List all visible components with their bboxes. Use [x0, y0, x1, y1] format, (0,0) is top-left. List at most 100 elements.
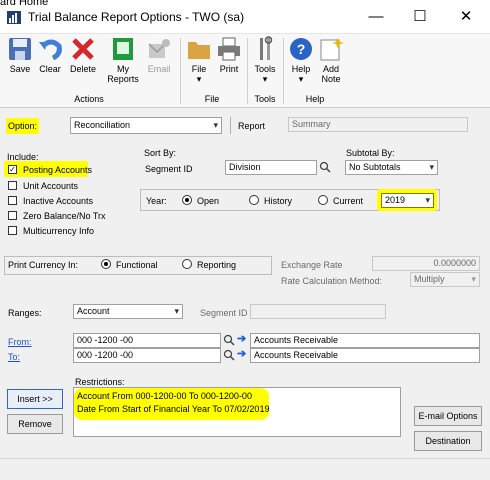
- posting-accounts-label: Posting Accounts: [23, 165, 93, 175]
- save-label: Save: [9, 64, 31, 74]
- to-link[interactable]: To:: [8, 352, 20, 362]
- email-label: Email: [147, 64, 171, 74]
- year-history-radio[interactable]: [249, 195, 259, 205]
- group-label-help: Help: [305, 94, 325, 104]
- segment-id-label: Segment ID: [145, 164, 193, 174]
- from-link[interactable]: From:: [8, 337, 32, 347]
- remove-button[interactable]: Remove: [7, 414, 63, 434]
- tools-icon: [260, 36, 273, 60]
- ranges-segment-field: [250, 304, 386, 319]
- year-label: Year:: [146, 196, 167, 206]
- ranges-label: Ranges:: [8, 308, 42, 318]
- divider: [230, 117, 231, 134]
- group-label-actions: Actions: [74, 94, 104, 104]
- printer-icon: [218, 37, 240, 61]
- unit-accounts-checkbox[interactable]: [8, 181, 17, 190]
- rate-calc-value: Multiply: [414, 274, 445, 284]
- ranges-dropdown[interactable]: Account ▾: [73, 304, 183, 319]
- svg-text:?: ?: [297, 41, 306, 57]
- ribbon-separator: [283, 38, 284, 104]
- my-reports-label-1: My: [117, 64, 129, 74]
- segment-id-field[interactable]: Division: [225, 160, 317, 175]
- posting-accounts-checkbox[interactable]: ✓: [8, 165, 17, 174]
- restrictions-label: Restrictions:: [75, 377, 125, 387]
- note-icon: [320, 38, 344, 61]
- my-reports-button[interactable]: My Reports: [103, 36, 143, 92]
- delete-button[interactable]: Delete: [66, 36, 100, 92]
- from-expand-arrow-icon[interactable]: ➔: [237, 334, 248, 345]
- to-expand-arrow-icon[interactable]: ➔: [237, 349, 248, 360]
- chevron-down-icon: ▾: [174, 306, 179, 316]
- chevron-down-icon: ▾: [425, 195, 430, 205]
- status-bar: [0, 458, 490, 480]
- chevron-down-icon: ▾: [429, 162, 434, 172]
- year-value: 2019: [385, 195, 406, 205]
- from-lookup-icon[interactable]: [223, 334, 235, 346]
- ranges-segment-label: Segment ID: [200, 308, 248, 318]
- multicurrency-checkbox[interactable]: [8, 226, 17, 235]
- year-open-radio[interactable]: [182, 195, 192, 205]
- app-icon: [7, 11, 21, 24]
- save-button[interactable]: Save: [6, 36, 34, 92]
- zero-balance-checkbox[interactable]: [8, 211, 17, 220]
- tools-label: Tools: [254, 64, 276, 74]
- option-dropdown[interactable]: Reconciliation ▾: [70, 117, 222, 134]
- reporting-radio[interactable]: [182, 259, 192, 269]
- option-label: Option:: [6, 118, 40, 134]
- year-open-label: Open: [197, 196, 220, 206]
- clear-button[interactable]: Clear: [36, 36, 64, 92]
- report-label: Report: [238, 121, 266, 131]
- ribbon-separator: [247, 38, 248, 104]
- from-description: Accounts Receivable: [250, 333, 480, 348]
- restriction-item[interactable]: Date From Start of Financial Year To 07/…: [77, 404, 269, 414]
- functional-label: Functional: [116, 260, 158, 270]
- add-note-button[interactable]: Add Note: [316, 36, 346, 92]
- ribbon-separator: [180, 38, 181, 104]
- save-icon: [9, 38, 31, 60]
- background-window-remnant: ard Home: [0, 0, 49, 6]
- lookup-icon[interactable]: [319, 161, 331, 173]
- close-button[interactable]: ✕: [456, 8, 476, 26]
- inactive-accounts-checkbox[interactable]: [8, 196, 17, 205]
- my-reports-label-2: Reports: [107, 74, 139, 84]
- email-button[interactable]: Email: [144, 36, 174, 92]
- year-dropdown[interactable]: 2019 ▾: [381, 193, 434, 208]
- window-title: Trial Balance Report Options - TWO (sa): [28, 10, 245, 24]
- add-note-label-2: Note: [321, 74, 341, 84]
- delete-x-icon: [72, 38, 94, 60]
- to-field[interactable]: 000 -1200 -00: [73, 348, 221, 363]
- subtotal-value: No Subtotals: [349, 162, 401, 172]
- file-dropdown-icon: ▾: [196, 74, 202, 84]
- from-field[interactable]: 000 -1200 -00: [73, 333, 221, 348]
- year-history-label: History: [264, 196, 293, 206]
- email-options-button[interactable]: E-mail Options: [414, 406, 482, 426]
- destination-button[interactable]: Destination: [414, 431, 482, 451]
- zero-balance-label: Zero Balance/No Trx: [23, 211, 106, 221]
- exchange-rate-label: Exchange Rate: [281, 260, 343, 270]
- file-button[interactable]: File ▾: [186, 36, 212, 92]
- group-label-tools: Tools: [254, 94, 276, 104]
- report-field: Summary: [288, 117, 468, 132]
- restriction-item[interactable]: Account From 000-1200-00 To 000-1200-00: [77, 391, 252, 401]
- undo-icon: [39, 39, 62, 61]
- insert-button[interactable]: Insert >>: [7, 389, 63, 409]
- print-button[interactable]: Print: [215, 36, 243, 92]
- option-value: Reconciliation: [74, 120, 131, 130]
- multicurrency-label: Multicurrency Info: [23, 226, 95, 236]
- reporting-label: Reporting: [197, 260, 237, 270]
- maximize-button[interactable]: ☐: [410, 8, 430, 26]
- tools-button[interactable]: Tools ▾: [251, 36, 279, 92]
- subtotal-dropdown[interactable]: No Subtotals ▾: [345, 160, 438, 175]
- help-button[interactable]: ? Help ▾: [287, 36, 315, 92]
- help-dropdown-icon: ▾: [298, 74, 304, 84]
- print-currency-label: Print Currency In:: [8, 260, 79, 270]
- year-current-radio[interactable]: [318, 195, 328, 205]
- to-lookup-icon[interactable]: [223, 349, 235, 361]
- minimize-button[interactable]: —: [366, 8, 386, 26]
- delete-label: Delete: [69, 64, 96, 74]
- subtotal-by-label: Subtotal By:: [346, 148, 395, 158]
- folder-icon: [188, 42, 210, 59]
- functional-radio[interactable]: [101, 259, 111, 269]
- sort-by-label: Sort By:: [144, 148, 177, 158]
- ranges-value: Account: [77, 306, 110, 316]
